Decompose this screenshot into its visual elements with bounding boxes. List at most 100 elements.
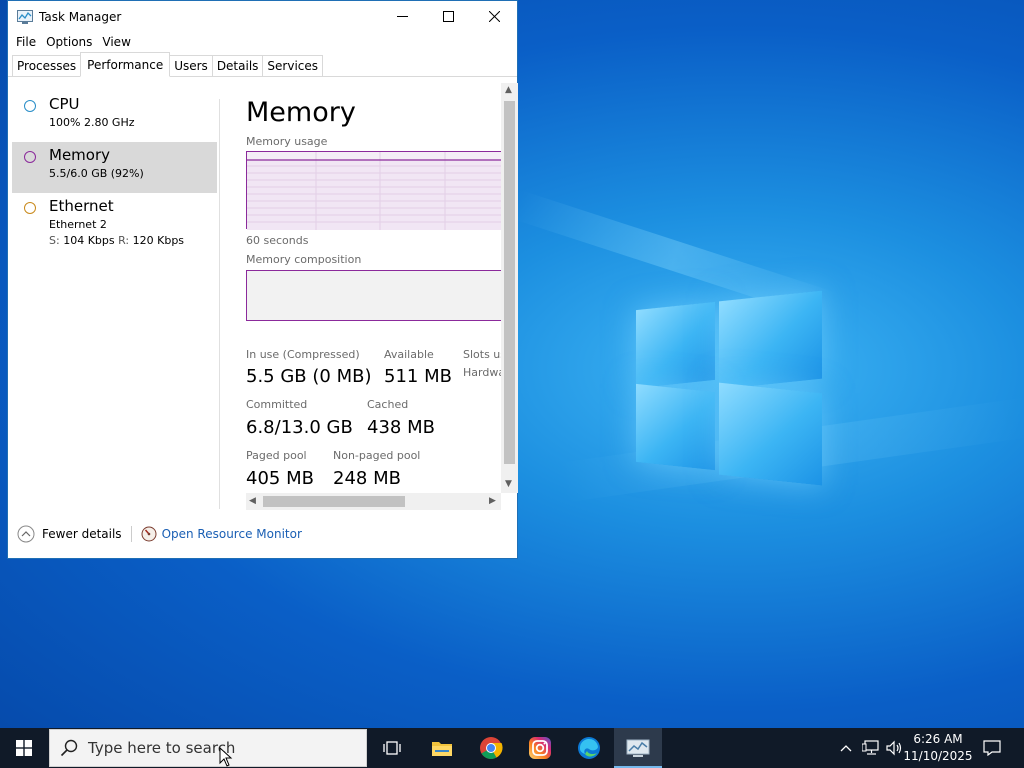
show-hidden-icons-button[interactable] [836,728,856,768]
windows-logo-wallpaper [636,290,822,486]
taskbar-clock[interactable]: 6:26 AM 11/10/2025 [903,731,973,765]
search-icon [60,739,78,757]
memory-detail-panel: Memory Memory usage 60 seconds Memory co… [246,83,501,493]
fewer-details-button[interactable]: Fewer details [17,525,122,543]
file-explorer-button[interactable] [418,728,466,768]
task-manager-window[interactable]: Task Manager File Options View Processes… [7,0,518,559]
time-range-label: 60 seconds [246,234,309,247]
memory-usage-graph-grid [247,152,501,230]
open-resource-monitor-link[interactable]: Open Resource Monitor [141,526,302,542]
resource-sub: 5.5/6.0 GB (92%) [49,167,144,180]
scroll-down-icon[interactable]: ▼ [505,479,512,489]
chevron-up-icon [840,745,852,752]
detail-title: Memory [246,97,356,128]
chrome-button[interactable] [467,728,515,768]
tab-processes[interactable]: Processes [12,55,82,76]
vertical-scrollbar[interactable]: ▲ ▼ [501,83,518,493]
menu-bar: File Options View [8,32,517,52]
minimize-icon [396,16,408,17]
tab-performance[interactable]: Performance [80,52,171,77]
taskbar: Type here to search 6:26 AM 11/10/2025 [0,728,1024,768]
vertical-scroll-thumb[interactable] [504,101,515,464]
memory-indicator-icon [24,151,36,163]
resource-name: CPU [49,95,80,113]
title-bar[interactable]: Task Manager [8,1,517,32]
available-label: Available [384,348,434,361]
minimize-button[interactable] [379,1,425,32]
committed-label: Committed [246,398,308,411]
task-manager-app-icon [17,9,33,24]
network-icon [862,740,879,755]
footer-separator [130,526,132,542]
start-button[interactable] [0,728,48,768]
search-placeholder: Type here to search [88,739,236,757]
hardware-reserved-label: Hardwa [463,366,501,379]
resource-sub: 100% 2.80 GHz [49,116,135,129]
resource-item-memory[interactable]: Memory 5.5/6.0 GB (92%) [12,142,217,193]
slots-used-label: Slots us [463,348,501,361]
edge-icon [578,737,600,759]
memory-usage-label: Memory usage [246,135,328,148]
cached-label: Cached [367,398,409,411]
ethernet-indicator-icon [24,202,36,214]
close-button[interactable] [471,1,517,32]
edge-button[interactable] [565,728,613,768]
resource-sub: Ethernet 2 [49,218,107,231]
memory-usage-graph [246,151,501,230]
instagram-button[interactable] [516,728,564,768]
scroll-up-icon[interactable]: ▲ [505,85,512,95]
chevron-up-circle-icon [17,525,35,543]
cpu-indicator-icon [24,100,36,112]
resource-name: Ethernet [49,197,114,215]
resource-sub-throughput: S: 104 Kbps R: 120 Kbps [49,234,185,247]
paged-pool-label: Paged pool [246,449,307,462]
action-center-button[interactable] [978,728,1006,768]
memory-composition-bar [246,270,501,321]
panel-divider [219,99,220,509]
menu-view[interactable]: View [98,35,134,49]
clock-time: 6:26 AM [913,732,963,746]
window-title: Task Manager [39,9,122,24]
cached-value: 438 MB [367,417,435,438]
paged-pool-value: 405 MB [246,468,314,489]
open-resource-monitor-label: Open Resource Monitor [161,527,302,541]
tab-users[interactable]: Users [169,55,213,76]
chrome-icon [480,737,503,759]
footer-bar: Fewer details Open Resource Monitor [8,518,517,550]
available-value: 511 MB [384,366,452,387]
mouse-cursor-icon [219,747,233,767]
horizontal-scrollbar[interactable]: ◀ ▶ [246,493,501,510]
resource-item-ethernet[interactable]: Ethernet Ethernet 2 S: 104 Kbps R: 120 K… [12,193,217,247]
taskbar-search-box[interactable]: Type here to search [49,729,367,767]
resource-monitor-icon [141,526,157,542]
network-tray-button[interactable] [860,728,882,768]
horizontal-scroll-thumb[interactable] [263,496,405,507]
maximize-icon [442,11,454,22]
in-use-value: 5.5 GB (0 MB) [246,366,372,387]
speaker-icon [886,740,902,756]
scroll-left-icon[interactable]: ◀ [249,496,256,506]
menu-file[interactable]: File [12,35,40,49]
maximize-button[interactable] [425,1,471,32]
notification-icon [983,740,1001,756]
resource-item-cpu[interactable]: CPU 100% 2.80 GHz [12,91,217,142]
instagram-icon [529,737,551,759]
menu-options[interactable]: Options [42,35,96,49]
task-view-icon [383,741,401,755]
resource-list: CPU 100% 2.80 GHz Memory 5.5/6.0 GB (92%… [12,91,217,247]
non-paged-pool-label: Non-paged pool [333,449,421,462]
fewer-details-label: Fewer details [42,527,122,541]
task-view-button[interactable] [368,728,416,768]
tab-bar: Processes Performance Users Details Serv… [8,52,517,77]
clock-date: 11/10/2025 [903,749,973,763]
memory-composition-label: Memory composition [246,253,362,266]
tab-services[interactable]: Services [262,55,324,76]
windows-start-icon [16,740,32,756]
in-use-label: In use (Compressed) [246,348,360,361]
committed-value: 6.8/13.0 GB [246,417,353,438]
resource-name: Memory [49,146,111,164]
task-manager-taskbar-button[interactable] [614,728,662,768]
tab-details[interactable]: Details [211,55,264,76]
non-paged-pool-value: 248 MB [333,468,401,489]
scroll-right-icon[interactable]: ▶ [489,496,496,506]
